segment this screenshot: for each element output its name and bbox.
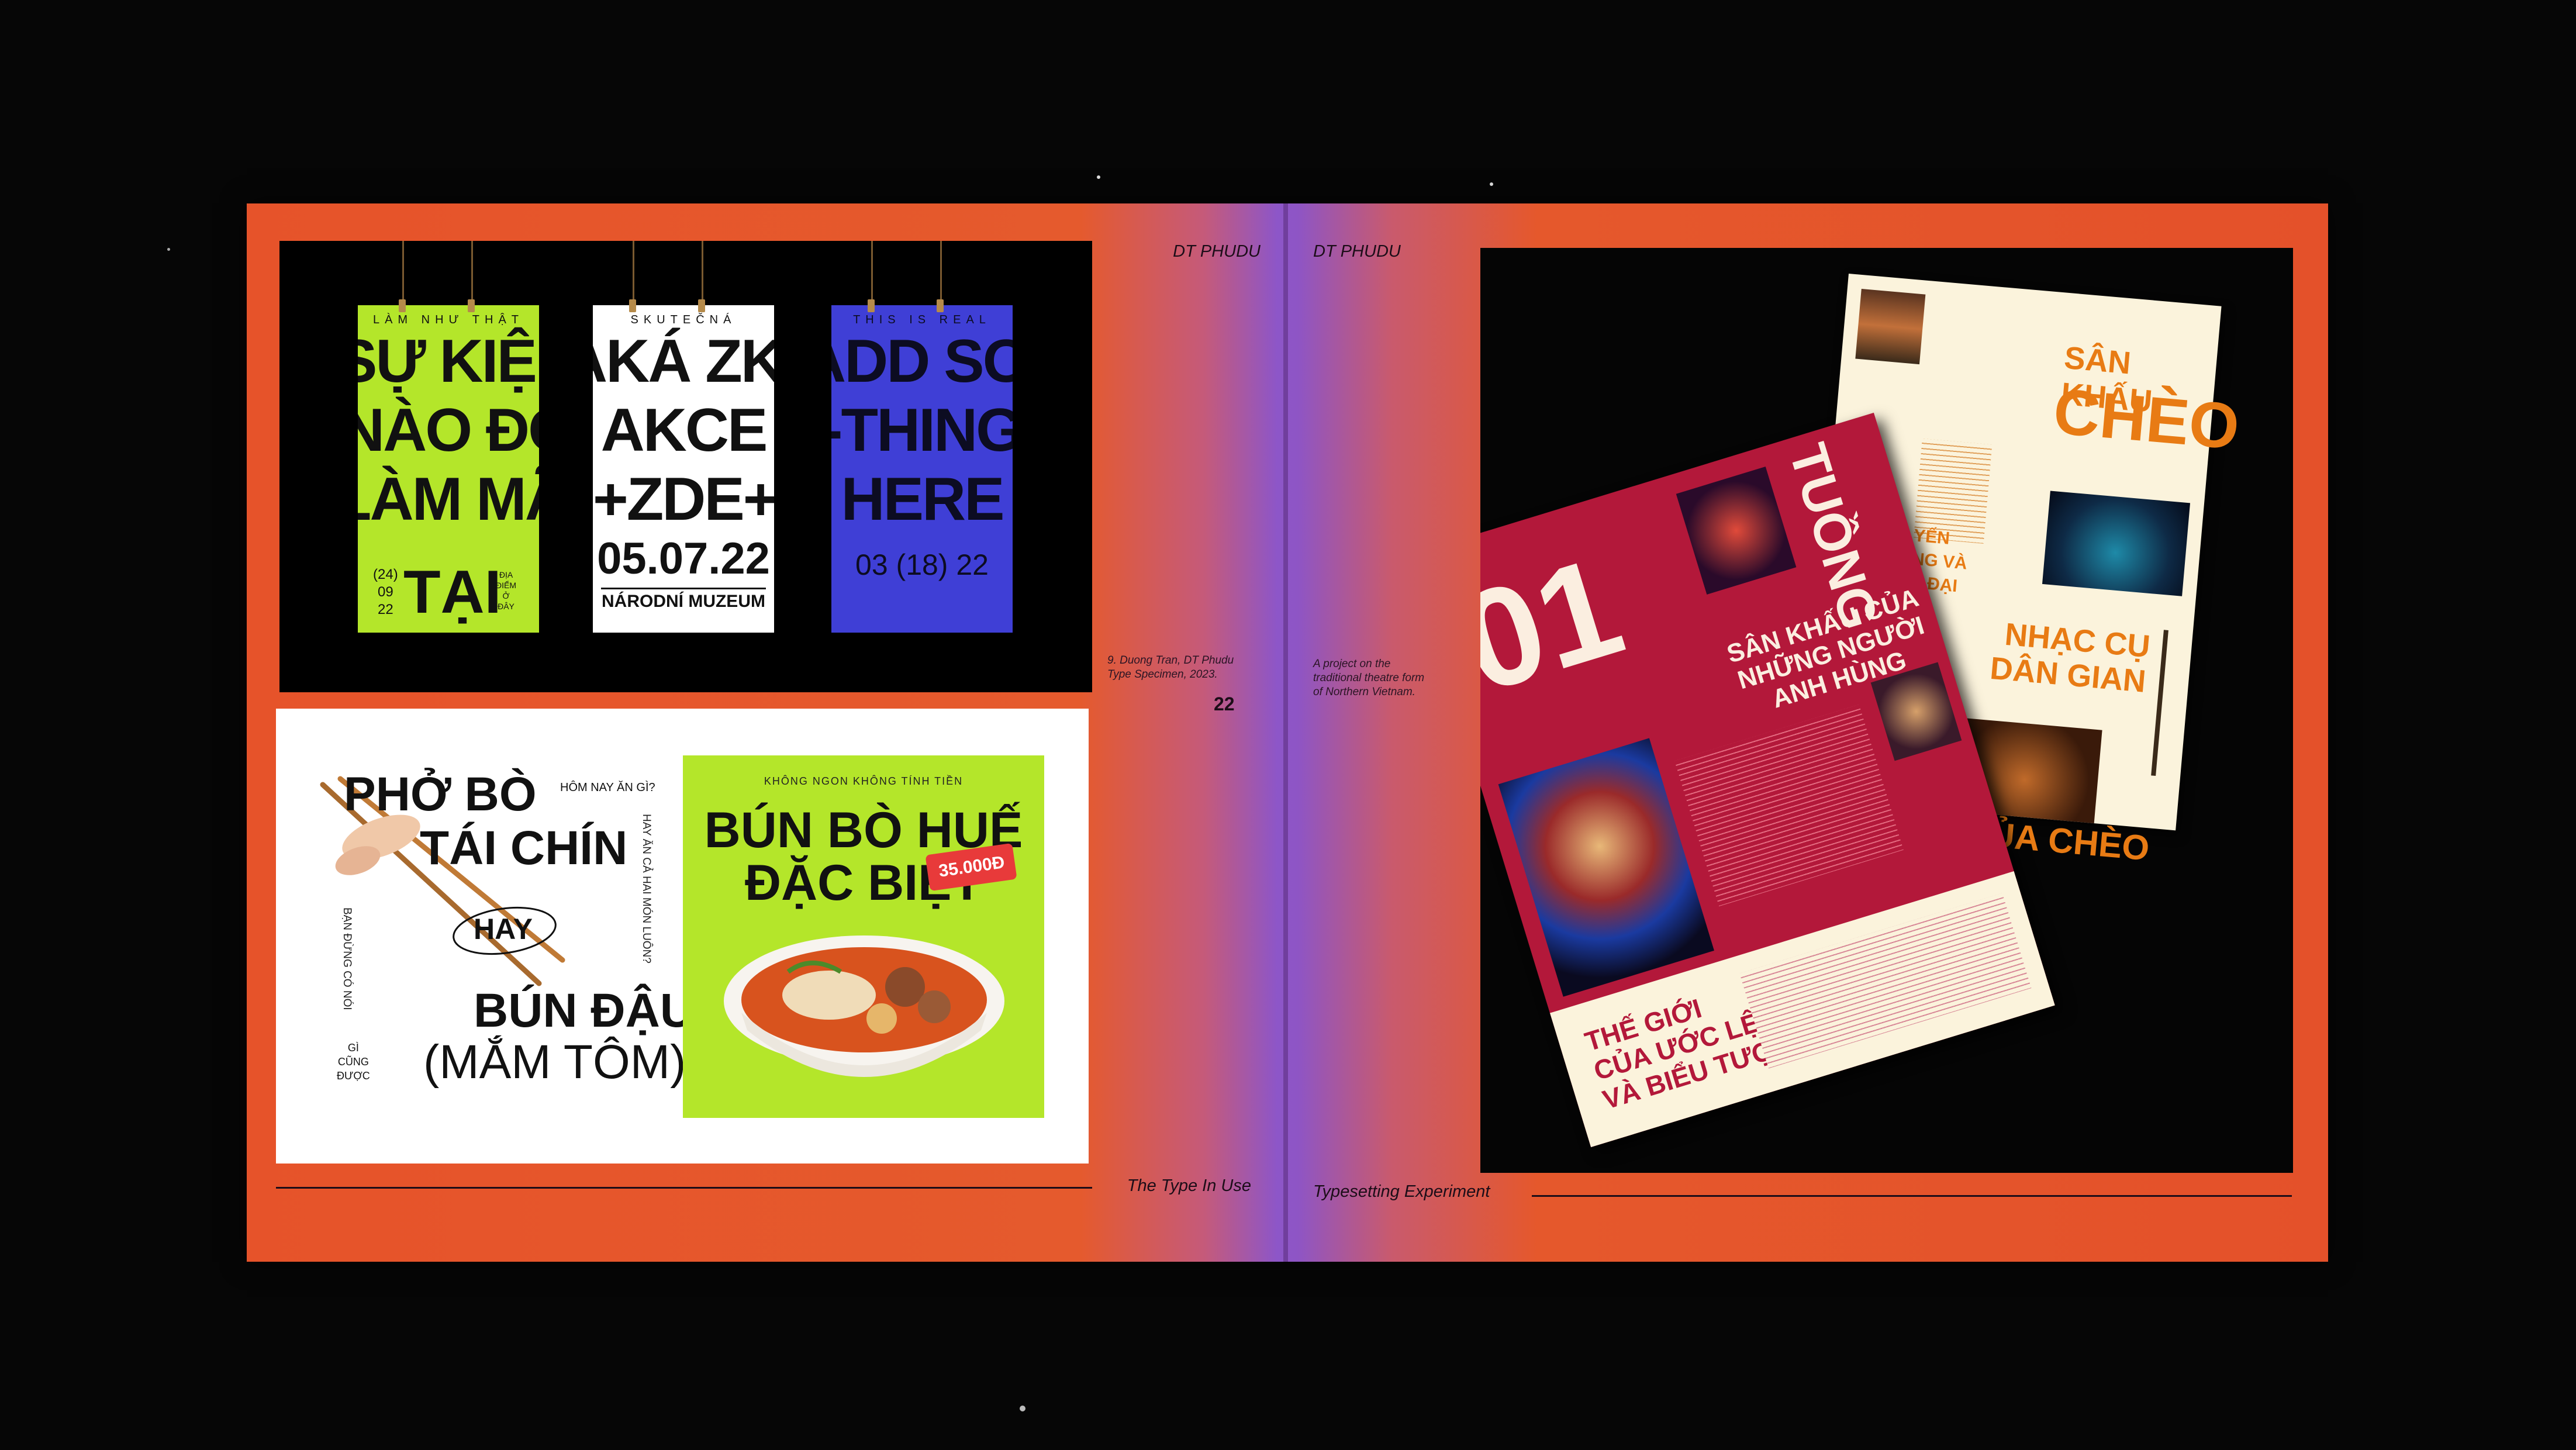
cheo-side: YẾN: [1912, 526, 1951, 548]
poster-tagline: LÀM NHƯ THẬT: [372, 313, 524, 326]
dust-speck: [1097, 175, 1100, 179]
poster-line: TẠI: [403, 558, 502, 626]
poster-lime: LÀM NHƯ THẬT SỰ KIỆN NÀO ĐÓ LÀM MÃI (24)…: [358, 305, 539, 633]
poster-tagline: THIS IS REAL: [853, 313, 991, 326]
right-footer-rule: [1532, 1195, 2292, 1197]
poster-venue: ĐỊA ĐIỂM Ở ĐÂY: [496, 570, 516, 611]
poster-venue: NÁRODNÍ MUZEUM: [601, 588, 766, 612]
hanging-string: [402, 241, 404, 305]
right-footer: Typesetting Experiment: [1313, 1182, 1490, 1201]
tuong-photo-small: [1676, 466, 1797, 595]
poster-photo: LÀM NHƯ THẬT SỰ KIỆN NÀO ĐÓ LÀM MÃI (24)…: [279, 241, 1092, 692]
hanging-string: [471, 241, 473, 305]
noodle-ad: KHÔNG NGON KHÔNG TÍNH TIỀN BÚN BÒ HUẾ ĐẶ…: [683, 755, 1044, 1118]
right-header: DT PHUDU: [1313, 242, 1401, 261]
hanging-string: [940, 241, 942, 305]
food-title: BÚN ĐẬU: [474, 984, 695, 1037]
food-vertical-text: BẠN ĐỪNG CÓ NÓI: [341, 907, 353, 1010]
clip: [629, 299, 636, 312]
poster-line: SỰ KIỆN: [358, 327, 539, 395]
poster-line: +ZDE+: [593, 465, 774, 533]
left-footer-rule: [276, 1187, 1092, 1189]
poster-line: ADD SOME: [831, 327, 1013, 395]
hay-label: HAY: [474, 913, 533, 945]
clip: [868, 299, 875, 312]
clip: [937, 299, 944, 312]
dust-speck: [1020, 1406, 1025, 1411]
cheo-instrument-image: [2151, 630, 2168, 776]
poster-date: 05.07.22: [597, 534, 770, 584]
dust-speck: [1490, 182, 1493, 186]
poster-date: (24) 09 22: [373, 567, 398, 617]
left-footer: The Type In Use: [1127, 1176, 1251, 1195]
food-title: TÁI CHÍN: [420, 821, 628, 875]
left-caption: 9. Duong Tran, DT Phudu Type Specimen, 2…: [1107, 654, 1234, 681]
poster-line: AKCE: [600, 396, 768, 464]
food-question: HÔM NAY ĂN GÌ?: [560, 781, 655, 794]
poster-line: LÀM MÃI: [358, 465, 539, 533]
hanging-string: [633, 241, 634, 305]
cheo-photo: [1855, 289, 1926, 365]
food-title: PHỞ BÒ: [344, 768, 537, 821]
poster-line: AKÁ ZKÁ: [593, 327, 774, 395]
hanging-string: [702, 241, 703, 305]
clip: [399, 299, 406, 312]
poster-tagline: SKUTEČNÁ: [630, 313, 737, 326]
cheo-title: CHÈO: [2050, 375, 2242, 463]
poster-line: NÀO ĐÓ: [358, 396, 539, 464]
cheo-stage-photo: [2042, 491, 2191, 596]
poster-blue: THIS IS REAL ADD SOME -THING HERE 03 (18…: [831, 305, 1013, 633]
page-number: 22: [1214, 693, 1235, 714]
clip: [468, 299, 475, 312]
hanging-string: [871, 241, 873, 305]
food-title: (MẮM TÔM): [423, 1035, 686, 1089]
poster-date: 03 (18) 22: [855, 548, 989, 581]
food-vertical-text: HAY ĂN CẢ HAI MÓN LUÔN?: [640, 814, 652, 964]
theatre-photo: SÂN KHẤU CHÈO YẾN NG VÀ N ĐẠI NHẠC CỤ DÂ…: [1480, 248, 2293, 1173]
left-header: DT PHUDU: [1173, 242, 1261, 261]
poster-line: -THING: [831, 396, 1013, 464]
food-card: PHỞ BÒ TÁI CHÍN HÔM NAY ĂN GÌ? HAY ĂN CẢ…: [276, 709, 1089, 1164]
clip: [698, 299, 705, 312]
food-small-text: GÌ CŨNG ĐƯỢC: [337, 1042, 370, 1082]
right-caption: A project on the traditional theatre for…: [1313, 658, 1425, 698]
noodle-bowl-image: [724, 935, 1004, 1077]
tuong-number: 01: [1480, 526, 1639, 723]
spine: [1283, 203, 1288, 1262]
poster-line: HERE: [841, 465, 1005, 533]
ad-tagline: KHÔNG NGON KHÔNG TÍNH TIỀN: [764, 775, 964, 787]
dust-speck: [167, 248, 170, 251]
poster-white: SKUTEČNÁ AKÁ ZKÁ AKCE +ZDE+ 05.07.22 NÁR…: [593, 305, 774, 633]
tuong-body-text: [1674, 704, 1904, 907]
